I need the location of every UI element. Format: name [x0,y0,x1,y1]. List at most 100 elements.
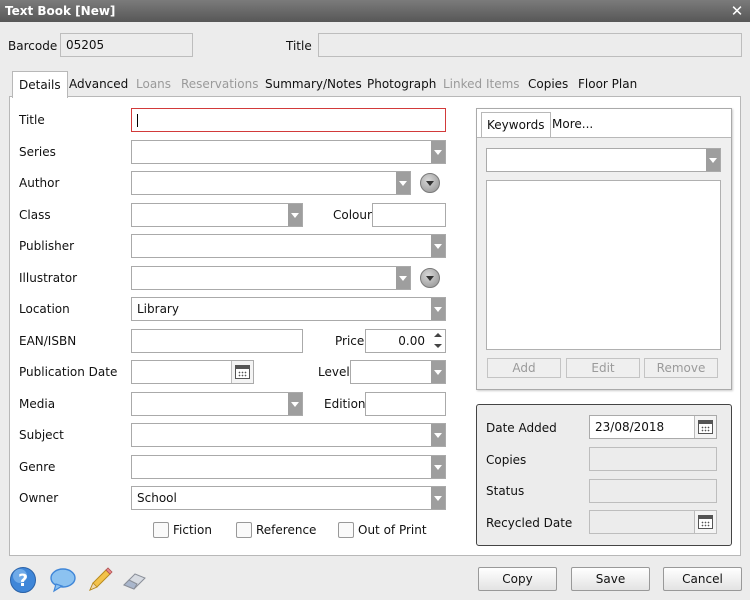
series-combo[interactable] [131,140,446,164]
ean-label: EAN/ISBN [19,334,77,348]
fiction-checkbox[interactable] [153,522,169,538]
publisher-combo[interactable] [131,234,446,258]
tab-keywords[interactable]: Keywords [481,112,551,137]
subject-label: Subject [19,428,64,442]
status-label: Status [486,484,525,498]
close-icon[interactable]: ✕ [730,0,744,22]
tab-loans[interactable]: Loans [130,71,177,97]
keyword-edit-button[interactable]: Edit [566,358,640,378]
publication-date-input[interactable] [131,360,254,384]
publication-date-calendar-button[interactable] [231,361,253,383]
illustrator-expand-icon[interactable] [420,268,440,288]
calendar-icon [235,365,250,379]
tab-copies[interactable]: Copies [522,71,574,97]
colour-input[interactable] [372,203,446,227]
genre-dropdown-icon[interactable] [431,456,445,478]
header-title-label: Title [286,39,312,53]
owner-value: School [137,491,177,505]
comment-icon[interactable] [49,566,77,594]
owner-label: Owner [19,491,59,505]
save-button[interactable]: Save [571,567,650,591]
media-combo[interactable] [131,392,303,416]
date-added-input[interactable]: 23/08/2018 [589,415,717,439]
tab-linked-items[interactable]: Linked Items [437,71,526,97]
tab-advanced[interactable]: Advanced [63,71,134,97]
recycled-date-calendar-button [694,511,716,533]
calendar-icon [698,420,713,434]
series-dropdown-icon[interactable] [431,141,445,163]
keyword-dropdown-icon[interactable] [706,149,720,171]
media-dropdown-icon[interactable] [288,393,302,415]
class-label: Class [19,208,51,222]
reference-checkbox[interactable] [236,522,252,538]
illustrator-combo[interactable] [131,266,411,290]
ean-input[interactable] [131,329,303,353]
subject-combo[interactable] [131,423,446,447]
date-added-label: Date Added [486,421,557,435]
out-of-print-checkbox[interactable] [338,522,354,538]
calendar-icon [698,515,713,529]
publication-date-label: Publication Date [19,365,118,379]
author-expand-icon[interactable] [420,173,440,193]
author-label: Author [19,176,60,190]
title-label: Title [19,113,45,127]
barcode-label: Barcode [8,39,58,53]
location-value: Library [137,302,179,316]
reference-label: Reference [256,523,317,537]
illustrator-dropdown-icon[interactable] [396,267,410,289]
title-input[interactable] [131,108,446,132]
genre-label: Genre [19,460,56,474]
price-value: 0.00 [398,334,425,348]
subject-dropdown-icon[interactable] [431,424,445,446]
edition-label: Edition [324,397,366,411]
record-info-panel: Date Added 23/08/2018 Copies Status Recy… [476,404,732,546]
recycled-date-field [589,510,717,534]
recycled-date-label: Recycled Date [486,516,573,530]
tab-summary-notes[interactable]: Summary/Notes [259,71,368,97]
location-dropdown-icon[interactable] [431,298,445,320]
keyword-add-button[interactable]: Add [487,358,561,378]
date-added-calendar-button[interactable] [694,416,716,438]
tab-floor-plan[interactable]: Floor Plan [572,71,643,97]
price-down-icon[interactable] [431,341,445,352]
tab-reservations[interactable]: Reservations [175,71,264,97]
publisher-label: Publisher [19,239,75,253]
location-label: Location [19,302,70,316]
date-added-value: 23/08/2018 [595,420,665,434]
level-combo[interactable] [350,360,446,384]
svg-text:?: ? [18,571,28,591]
author-combo[interactable] [131,171,411,195]
class-combo[interactable] [131,203,303,227]
tab-photograph[interactable]: Photograph [361,71,442,97]
keyword-combo[interactable] [486,148,721,172]
owner-combo[interactable]: School [131,486,446,510]
help-icon[interactable]: ? [9,566,37,594]
price-up-icon[interactable] [431,330,445,341]
level-dropdown-icon[interactable] [431,361,445,383]
edition-input[interactable] [365,392,446,416]
status-field [589,479,717,503]
price-stepper[interactable]: 0.00 [365,329,446,353]
copy-button[interactable]: Copy [478,567,557,591]
class-dropdown-icon[interactable] [288,204,302,226]
author-dropdown-icon[interactable] [396,172,410,194]
barcode-field[interactable]: 05205 [60,33,193,57]
owner-dropdown-icon[interactable] [431,487,445,509]
price-label: Price [335,334,365,348]
window-titlebar: Text Book [New] ✕ [0,0,750,22]
keywords-list[interactable] [486,180,721,350]
tab-more[interactable]: More... [547,112,598,137]
header-title-field[interactable] [318,33,742,57]
copies-label: Copies [486,453,527,467]
cancel-button[interactable]: Cancel [663,567,742,591]
eraser-icon[interactable] [121,566,149,594]
genre-combo[interactable] [131,455,446,479]
out-of-print-label: Out of Print [358,523,427,537]
pencil-icon[interactable] [86,566,114,594]
colour-label: Colour [333,208,372,222]
fiction-label: Fiction [173,523,212,537]
publisher-dropdown-icon[interactable] [431,235,445,257]
tab-details[interactable]: Details [12,71,68,98]
keyword-remove-button[interactable]: Remove [644,358,718,378]
location-combo[interactable]: Library [131,297,446,321]
